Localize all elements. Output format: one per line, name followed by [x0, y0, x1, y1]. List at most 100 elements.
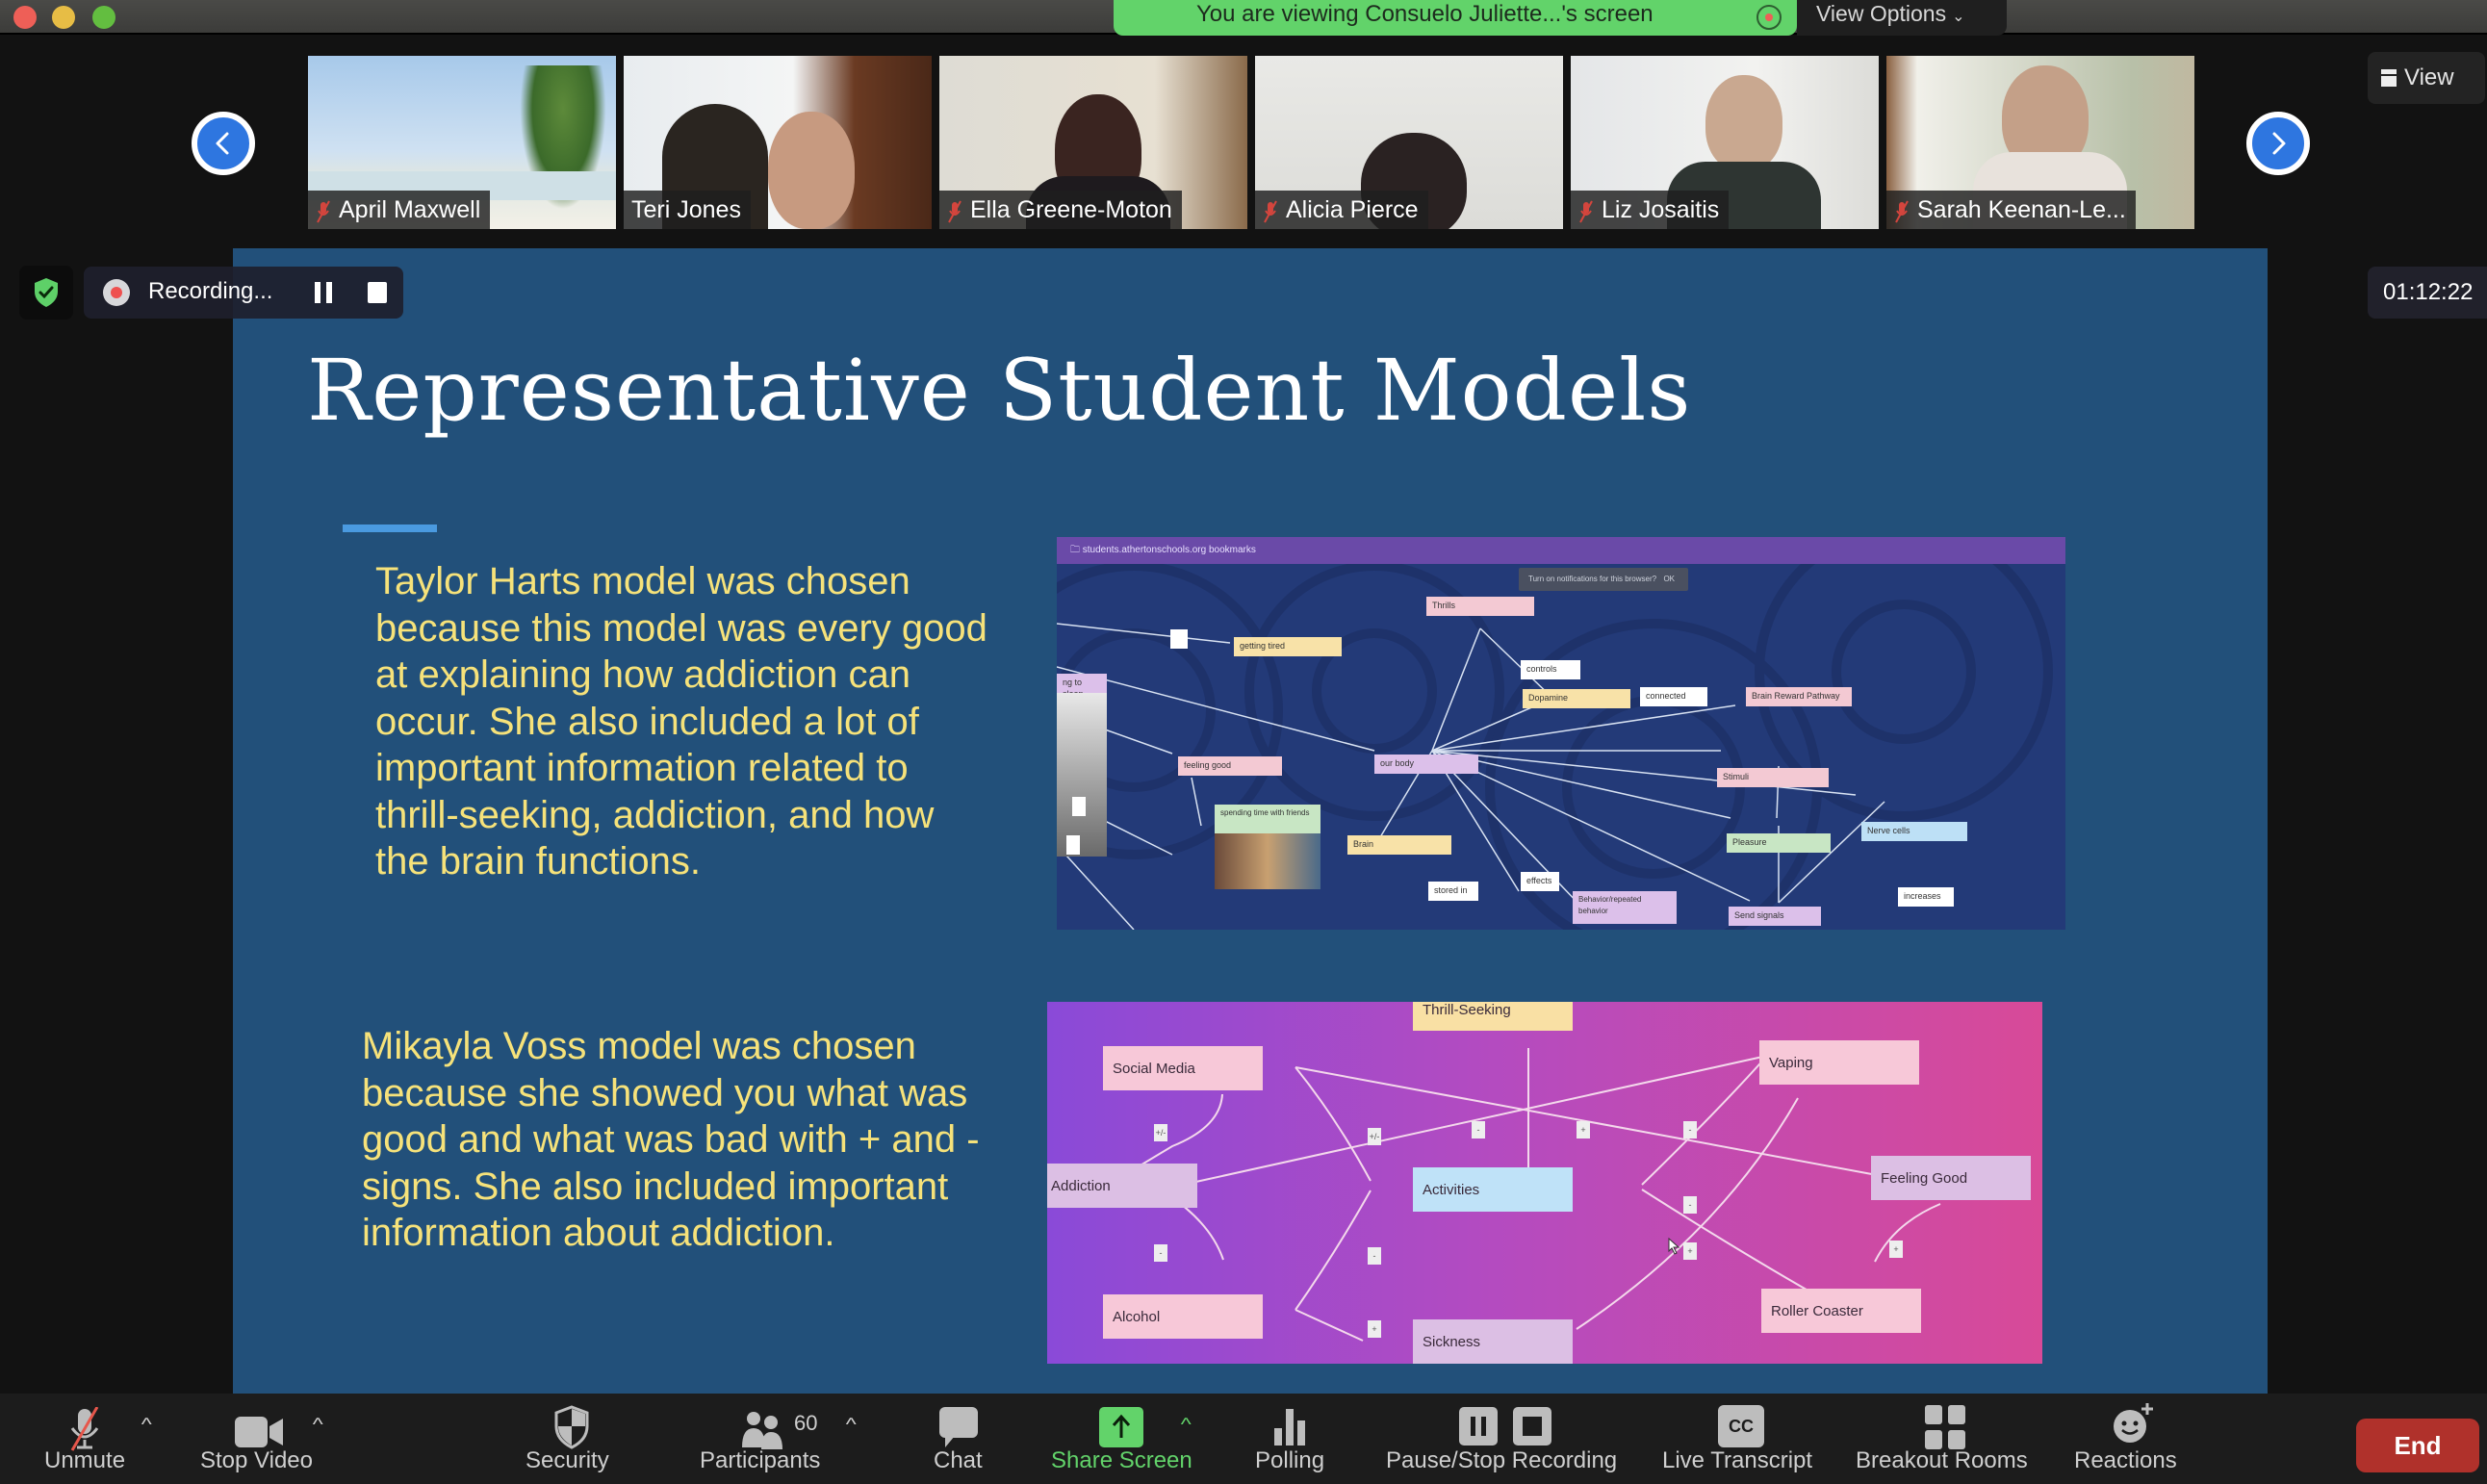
reactions-emoji-icon: [2114, 1403, 2153, 1443]
shared-slide: Representative Student Models Taylor Har…: [233, 248, 2268, 1394]
video-tile[interactable]: Teri Jones: [624, 56, 932, 229]
recording-label: Recording...: [148, 278, 273, 304]
node-increases: increases: [1898, 887, 1954, 907]
chevron-right-icon: [2272, 132, 2286, 155]
node-roller-coaster: Roller Coaster: [1761, 1289, 1921, 1333]
screen-share-banner: You are viewing Consuelo Juliette...'s s…: [1114, 0, 1797, 36]
sign-label: -: [1154, 1244, 1167, 1262]
title-bar: You are viewing Consuelo Juliette...'s s…: [0, 0, 2487, 36]
breakout-rooms-icon: [1925, 1405, 1965, 1449]
muted-mic-icon: [1894, 197, 1910, 223]
participant-face: [768, 112, 855, 229]
participant-face: [1705, 75, 1782, 171]
unmute-button[interactable]: Unmute: [38, 1394, 146, 1484]
model-1-background-swirls: [1057, 537, 2053, 930]
node-alcohol: Alcohol: [1103, 1294, 1263, 1339]
chevron-down-icon: ⌄: [1952, 9, 1965, 25]
sign-label: +: [1683, 1242, 1697, 1260]
node-brain-reward-pathway: Brain Reward Pathway: [1746, 687, 1852, 706]
closed-captions-icon: CC: [1718, 1405, 1764, 1447]
audio-options-caret[interactable]: ^: [141, 1415, 152, 1435]
sign-label: -: [1683, 1196, 1697, 1214]
security-button[interactable]: Security: [520, 1394, 626, 1484]
sign-label: +: [1889, 1241, 1903, 1258]
video-camera-icon: [235, 1417, 283, 1447]
node-addiction: Addiction: [1047, 1164, 1197, 1208]
next-page-button[interactable]: [2246, 112, 2310, 175]
video-tile[interactable]: April Maxwell: [308, 56, 616, 229]
polling-button[interactable]: Polling: [1251, 1394, 1328, 1484]
node-sign: [1066, 835, 1080, 855]
participant-name: Alicia Pierce: [1286, 196, 1419, 223]
unmute-label: Unmute: [44, 1447, 126, 1473]
participants-options-caret[interactable]: ^: [846, 1415, 857, 1435]
slide-paragraph-1: Taylor Harts model was chosen because th…: [375, 560, 987, 883]
live-transcript-button[interactable]: CC Live Transcript: [1660, 1394, 1829, 1484]
participants-count: 60: [794, 1411, 818, 1435]
participant-name: April Maxwell: [339, 196, 481, 223]
node-spending-time: spending time with friends: [1215, 805, 1320, 833]
node-thrill-seeking: Thrill-Seeking: [1413, 1002, 1573, 1031]
notification-ok: OK: [1663, 575, 1675, 583]
bookmarks-bar-text: students.athertonschools.org bookmarks: [1082, 545, 1256, 555]
stop-video-label: Stop Video: [200, 1447, 313, 1473]
chat-label: Chat: [934, 1447, 983, 1473]
maximize-window-button[interactable]: [92, 6, 115, 29]
participant-name-tag: Liz Josaitis: [1571, 191, 1730, 229]
participants-button[interactable]: 60 Participants: [698, 1394, 833, 1484]
participant-name: Ella Greene-Moton: [970, 196, 1172, 223]
reactions-button[interactable]: Reactions: [2074, 1394, 2190, 1484]
node-our-body: our body: [1374, 755, 1478, 774]
security-shield-icon: [554, 1405, 589, 1449]
video-tile[interactable]: Alicia Pierce: [1255, 56, 1563, 229]
friends-photo: [1215, 833, 1320, 889]
participant-name-tag: Ella Greene-Moton: [939, 191, 1182, 229]
node-behavior: Behavior/repeated behavior: [1573, 891, 1677, 924]
share-screen-button[interactable]: Share Screen: [1049, 1394, 1203, 1484]
video-tile[interactable]: Sarah Keenan-Le...: [1886, 56, 2194, 229]
end-meeting-button[interactable]: End: [2356, 1419, 2479, 1472]
node-effects: effects: [1521, 872, 1559, 891]
video-tile[interactable]: Ella Greene-Moton: [939, 56, 1247, 229]
zoom-meeting-window: You are viewing Consuelo Juliette...'s s…: [0, 0, 2487, 1484]
video-options-caret[interactable]: ^: [313, 1415, 323, 1435]
node-social-media: Social Media: [1103, 1046, 1263, 1090]
muted-microphone-icon: [70, 1407, 99, 1451]
reactions-label: Reactions: [2074, 1447, 2177, 1473]
node-feeling-good: feeling good: [1178, 756, 1282, 776]
polling-chart-icon: [1274, 1409, 1305, 1446]
muted-mic-icon: [1263, 197, 1278, 223]
share-screen-options-caret[interactable]: ^: [1181, 1415, 1192, 1435]
close-window-button[interactable]: [13, 6, 37, 29]
folder-icon: 🗀: [1070, 545, 1083, 555]
slide-paragraph-2: Mikayla Voss model was chosen because sh…: [362, 1025, 980, 1254]
meeting-toolbar: Unmute ^ Stop Video ^ Security 60 Partic…: [0, 1394, 2487, 1484]
stop-recording-button[interactable]: [368, 282, 387, 303]
previous-page-button[interactable]: [192, 112, 255, 175]
view-options-button[interactable]: View Options ⌄: [1797, 0, 2007, 36]
video-tile[interactable]: Liz Josaitis: [1571, 56, 1879, 229]
minimize-window-button[interactable]: [52, 6, 75, 29]
chat-button[interactable]: Chat: [924, 1394, 991, 1484]
sign-label: -: [1368, 1247, 1381, 1265]
view-options-label: View Options: [1816, 1, 1947, 26]
participant-name-tag: April Maxwell: [308, 191, 491, 229]
participants-icon: [742, 1412, 782, 1449]
pause-recording-button[interactable]: [315, 282, 332, 303]
stop-video-button[interactable]: Stop Video: [192, 1394, 337, 1484]
mouse-cursor-icon: [1668, 1238, 1680, 1255]
participant-name: Teri Jones: [631, 196, 741, 223]
view-button-label: View: [2404, 64, 2454, 90]
muted-mic-icon: [947, 197, 962, 223]
recording-dot-icon: [103, 279, 130, 306]
view-button[interactable]: View: [2368, 52, 2485, 104]
encryption-status-button[interactable]: [19, 266, 73, 320]
node-brain: Brain: [1347, 835, 1451, 855]
participant-name: Sarah Keenan-Le...: [1917, 196, 2126, 223]
pause-stop-recording-button[interactable]: Pause/Stop Recording: [1386, 1394, 1627, 1484]
breakout-rooms-button[interactable]: Breakout Rooms: [1856, 1394, 2038, 1484]
chevron-left-icon: [216, 132, 229, 155]
node-stimuli: Stimuli: [1717, 768, 1829, 787]
accent-bar: [343, 525, 437, 532]
share-banner-text: You are viewing Consuelo Juliette...'s s…: [1196, 1, 1654, 27]
